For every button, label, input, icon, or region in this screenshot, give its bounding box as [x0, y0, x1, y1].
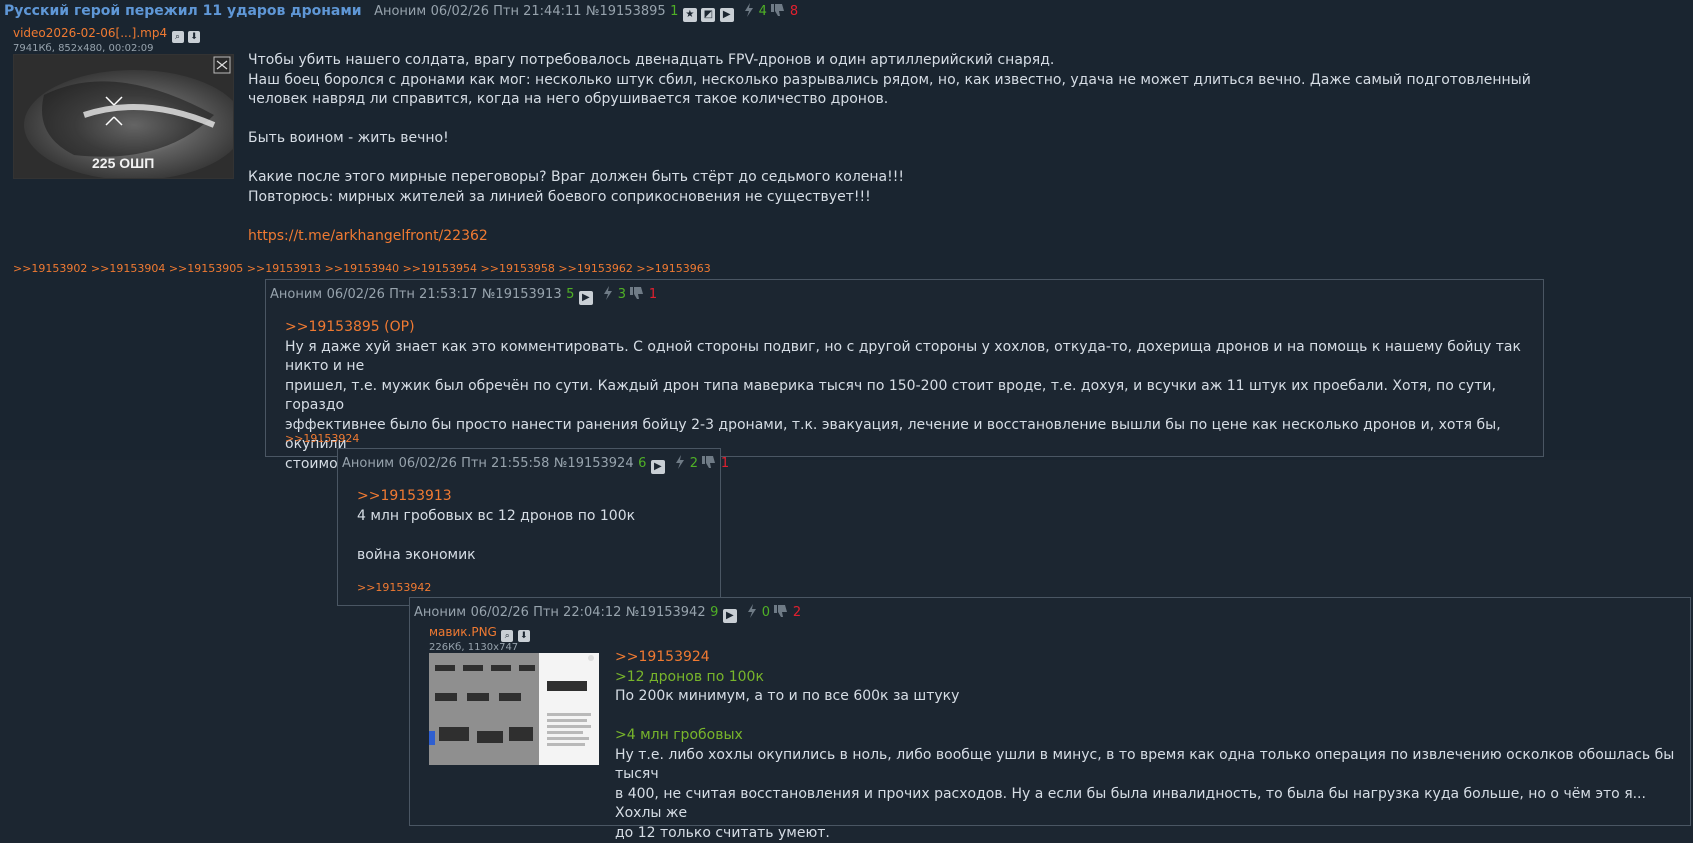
- post-replies[interactable]: >>19153942: [357, 581, 431, 594]
- play-icon[interactable]: ▶: [720, 8, 734, 22]
- reply-post-19153913: Аноним 06/02/26 Птн 21:53:17 №19153913 5…: [265, 279, 1544, 457]
- post-file-info: мавик.PNG ⌕ ⬇ 226Кб, 1130x747: [429, 624, 530, 653]
- reply-post-19153942: Аноним 06/02/26 Птн 22:04:12 №19153942 9…: [409, 597, 1691, 826]
- quote-link[interactable]: >>19153895 (OP): [285, 318, 1535, 338]
- post-counter: 1: [670, 4, 678, 19]
- file-meta: 7941Кб, 852x480, 00:02:09: [13, 43, 200, 54]
- lightning-icon[interactable]: [747, 604, 757, 622]
- like-count: 0: [762, 605, 770, 620]
- hide-icon[interactable]: ◩: [701, 8, 715, 22]
- op-file-info: video2026-02-06[...].mp4 ⌕ ⬇ 7941Кб, 852…: [13, 25, 200, 54]
- post-header: Аноним 06/02/26 Птн 21:53:17 №19153913 5…: [270, 286, 657, 305]
- post-line: до 12 только считать умеют.: [615, 824, 1685, 843]
- post-datetime: 06/02/26 Птн 21:53:17: [327, 287, 478, 302]
- post-author: Аноним: [270, 287, 322, 302]
- post-line: война экономик: [357, 546, 717, 566]
- post-author: Аноним: [342, 456, 394, 471]
- file-name[interactable]: мавик.PNG: [429, 625, 497, 639]
- op-line: Быть воином - жить вечно!: [248, 129, 1668, 149]
- play-icon[interactable]: ▶: [651, 460, 665, 474]
- op-body: Чтобы убить нашего солдата, врагу потреб…: [248, 51, 1668, 246]
- post-author: Аноним: [414, 605, 466, 620]
- post-number[interactable]: №19153913: [482, 287, 562, 302]
- post-number[interactable]: №19153942: [626, 605, 706, 620]
- post-number[interactable]: №19153924: [554, 456, 634, 471]
- play-icon[interactable]: ▶: [723, 609, 737, 623]
- file-name[interactable]: video2026-02-06[...].mp4: [13, 26, 167, 40]
- post-line: По 200к минимум, а то и по все 600к за ш…: [615, 687, 1685, 707]
- image-thumbnail[interactable]: [429, 653, 599, 765]
- quote-link[interactable]: >>19153924: [615, 648, 1685, 668]
- lightning-icon[interactable]: [603, 286, 613, 304]
- op-header: Русский герой пережил 11 ударов дронами …: [4, 3, 798, 22]
- search-icon[interactable]: ⌕: [172, 31, 184, 43]
- op-line: Повторюсь: мирных жителей за линией боев…: [248, 188, 1668, 208]
- lightning-icon[interactable]: [744, 3, 754, 21]
- post-counter: 5: [566, 287, 574, 302]
- post-counter: 6: [638, 456, 646, 471]
- post-number[interactable]: №19153895: [586, 4, 666, 19]
- thumbs-down-icon[interactable]: [774, 604, 788, 622]
- lightning-icon[interactable]: [675, 455, 685, 473]
- post-line: Ну я даже хуй знает как это комментирова…: [285, 338, 1535, 377]
- like-count: 2: [690, 456, 698, 471]
- op-line: человек навряд ли справится, когда на не…: [248, 90, 1668, 110]
- thread-title[interactable]: Русский герой пережил 11 ударов дронами: [4, 3, 362, 19]
- download-icon[interactable]: ⬇: [518, 630, 530, 642]
- post-replies[interactable]: >>19153924: [285, 432, 359, 445]
- greentext-line: >12 дронов по 100к: [615, 668, 1685, 688]
- thumbs-down-icon[interactable]: [702, 455, 716, 473]
- reply-post-19153924: Аноним 06/02/26 Птн 21:55:58 №19153924 6…: [337, 448, 721, 606]
- quote-link[interactable]: >>19153913: [357, 487, 717, 507]
- dislike-count: 2: [793, 605, 801, 620]
- post-line: в 400, не считая восстановления и прочих…: [615, 785, 1685, 824]
- post-line: 4 млн гробовых вс 12 дронов по 100к: [357, 507, 717, 527]
- greentext-line: >4 млн гробовых: [615, 726, 1685, 746]
- post-author: Аноним: [374, 4, 426, 19]
- op-line: [248, 110, 1668, 130]
- file-meta: 226Кб, 1130x747: [429, 642, 530, 653]
- post-datetime: 06/02/26 Птн 21:44:11: [431, 4, 582, 19]
- thumbs-down-icon[interactable]: [771, 3, 785, 21]
- op-line: [248, 149, 1668, 169]
- thumbs-down-icon[interactable]: [630, 286, 644, 304]
- video-thumbnail[interactable]: 225 ОШП: [13, 54, 234, 179]
- post-counter: 9: [710, 605, 718, 620]
- search-icon[interactable]: ⌕: [501, 630, 513, 642]
- op-replies[interactable]: >>19153902 >>19153904 >>19153905 >>19153…: [13, 262, 711, 275]
- play-icon[interactable]: ▶: [579, 291, 593, 305]
- post-header: Аноним 06/02/26 Птн 21:55:58 №19153924 6…: [342, 455, 729, 474]
- post-body: >>19153913 4 млн гробовых вс 12 дронов п…: [357, 487, 717, 565]
- post-datetime: 06/02/26 Птн 21:55:58: [399, 456, 550, 471]
- op-line: Наш боец боролся с дронами как мог: неск…: [248, 71, 1668, 91]
- post-header: Аноним 06/02/26 Птн 22:04:12 №19153942 9…: [414, 604, 801, 623]
- like-count: 3: [618, 287, 626, 302]
- post-line: [357, 526, 717, 546]
- post-datetime: 06/02/26 Птн 22:04:12: [471, 605, 622, 620]
- op-line: Чтобы убить нашего солдата, врагу потреб…: [248, 51, 1668, 71]
- dislike-count: 1: [721, 456, 729, 471]
- post-line: [615, 707, 1685, 727]
- dislike-count: 1: [649, 287, 657, 302]
- dislike-count: 8: [790, 4, 798, 19]
- thumbnail-caption: 225 ОШП: [92, 155, 154, 171]
- op-line: [248, 207, 1668, 227]
- telegram-link[interactable]: https://t.me/arkhangelfront/22362: [248, 227, 1668, 247]
- post-body: >>19153924 >12 дронов по 100к По 200к ми…: [615, 648, 1685, 843]
- op-line: Какие после этого мирные переговоры? Вра…: [248, 168, 1668, 188]
- star-icon[interactable]: ★: [683, 8, 697, 22]
- post-line: пришел, т.е. мужик был обречён по сути. …: [285, 377, 1535, 416]
- like-count: 4: [759, 4, 767, 19]
- post-line: Ну т.е. либо хохлы окупились в ноль, либ…: [615, 746, 1685, 785]
- download-icon[interactable]: ⬇: [188, 31, 200, 43]
